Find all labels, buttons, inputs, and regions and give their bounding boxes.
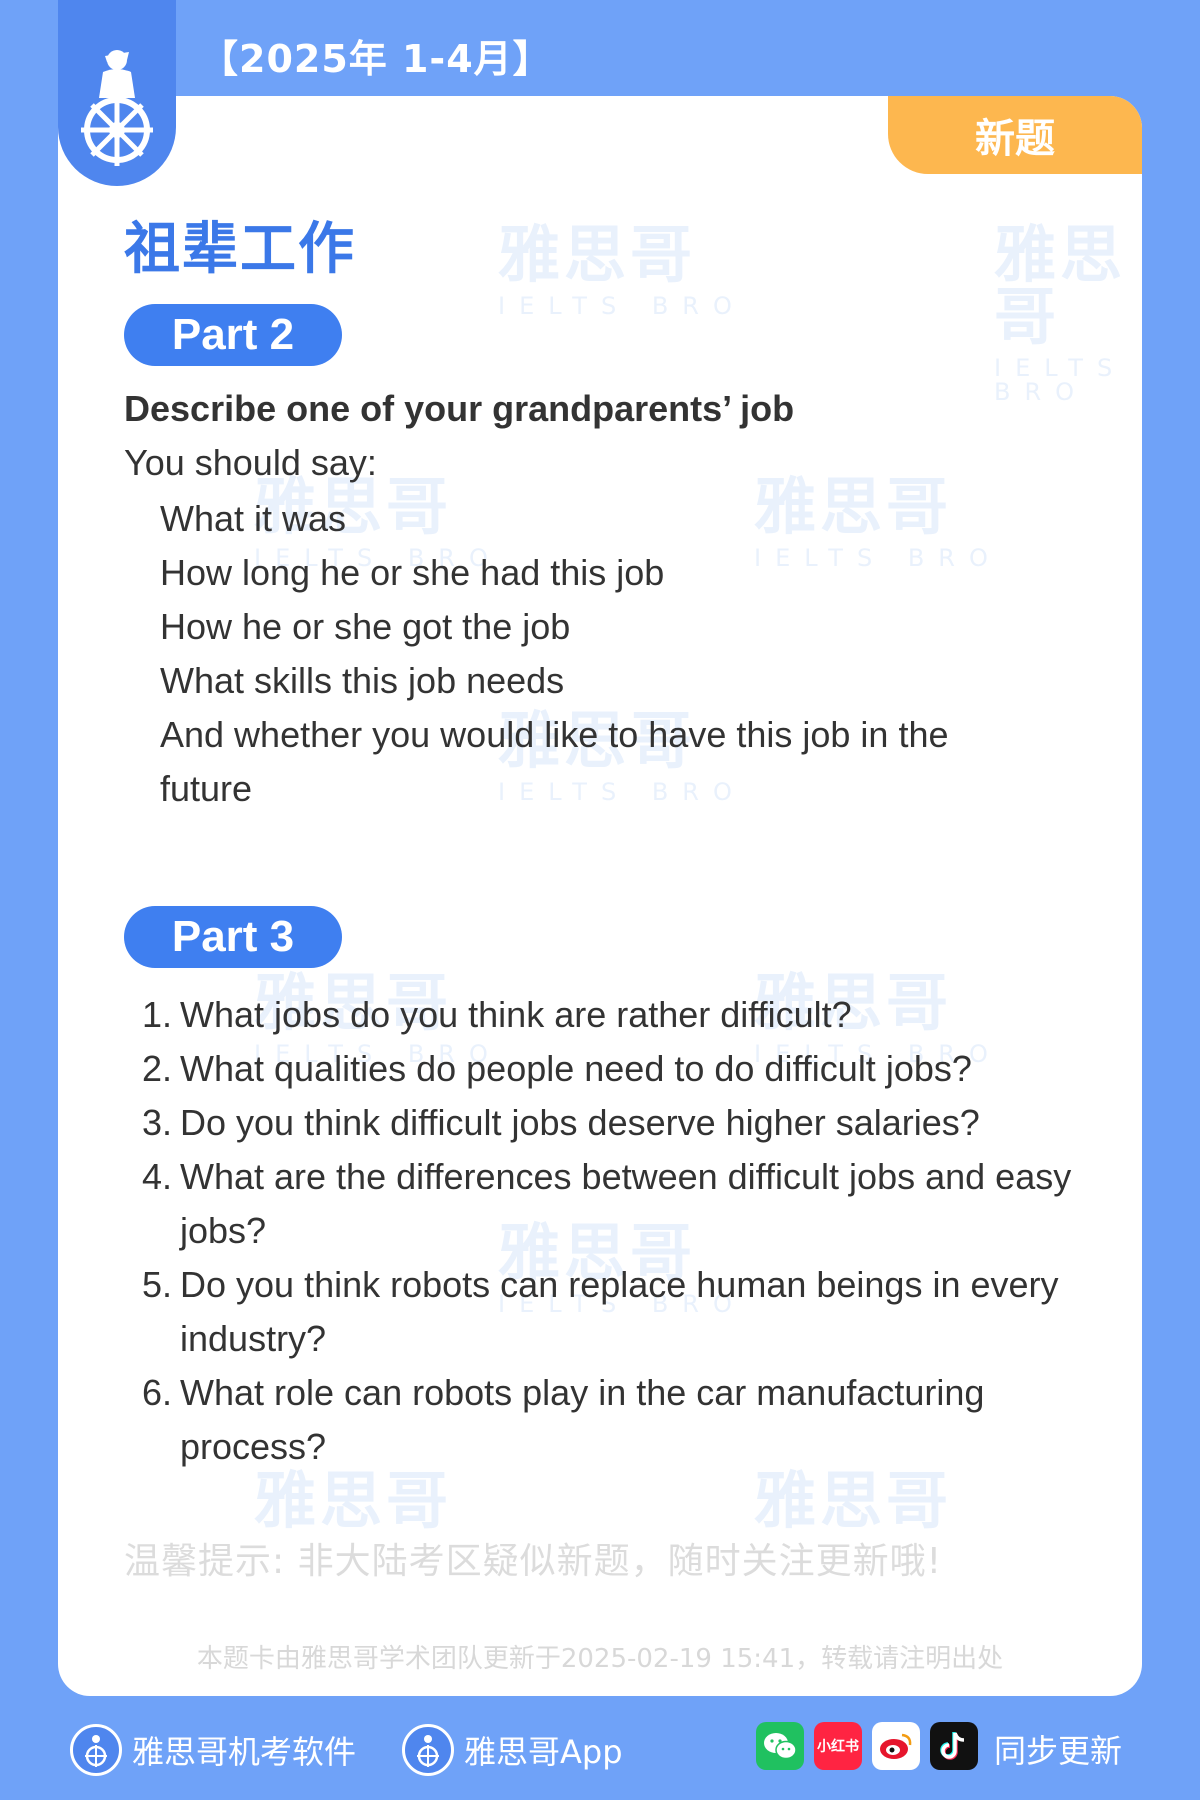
question-text: What jobs do you think are rather diffic… — [180, 994, 852, 1035]
footer-app-label: 雅思哥App — [464, 1733, 623, 1771]
list-item: 4. What are the differences between diffi… — [124, 1150, 1124, 1258]
social-icons: 小红书 — [756, 1722, 978, 1770]
list-item: 5. Do you think robots can replace human … — [124, 1258, 1124, 1366]
date-range-label: 【2025年 1-4月】 — [200, 37, 552, 81]
list-item: And whether you would like to have this … — [160, 714, 949, 809]
xiaohongshu-icon[interactable]: 小红书 — [814, 1722, 862, 1770]
list-item: What skills this job needs — [160, 660, 565, 701]
credit-text: 本题卡由雅思哥学术团队更新于2025-02-19 15:41，转载请注明出处 — [196, 1644, 1004, 1674]
footer-software-label: 雅思哥机考软件 — [132, 1733, 357, 1771]
watermark-brand: 雅思哥 — [994, 218, 1127, 353]
watermark-brand: 雅思哥 — [254, 1464, 453, 1537]
list-item: 1. What jobs do you think are rather diff… — [124, 988, 1124, 1042]
question-number: 6. — [141, 1372, 172, 1413]
part2-lead-text: You should say: — [124, 442, 377, 483]
list-item: 2. What qualities do people need to do di… — [124, 1042, 1124, 1096]
brand-logo-icon — [70, 1724, 122, 1776]
new-question-badge: 新题 — [888, 96, 1142, 174]
watermark: 雅思哥 IELTS BRO — [498, 224, 746, 320]
topic-title: 祖辈工作 — [124, 217, 356, 282]
question-text: Do you think difficult jobs deserve high… — [180, 1102, 980, 1143]
question-text: What qualities do people need to do diff… — [180, 1048, 972, 1089]
sync-update-label: 同步更新 — [994, 1732, 1123, 1770]
question-text: What role can robots play in the car man… — [180, 1372, 985, 1467]
weibo-icon[interactable] — [872, 1722, 920, 1770]
brand-logo — [58, 0, 176, 186]
part2-cue-card-title: Describe one of your grandparents’ job — [124, 388, 795, 429]
watermark-brand: 雅思哥 — [498, 218, 697, 291]
question-number: 5. — [141, 1264, 172, 1305]
watermark-sub: IELTS BRO — [498, 292, 746, 320]
question-number: 1. — [141, 994, 172, 1035]
list-item: 6. What role can robots play in the car m… — [124, 1366, 1124, 1474]
wechat-icon[interactable] — [756, 1722, 804, 1770]
question-text: Do you think robots can replace human be… — [180, 1264, 1059, 1359]
footer-software-link[interactable]: 雅思哥机考软件 — [70, 1724, 356, 1776]
watermark: 雅思哥 — [754, 1470, 952, 1532]
part3-questions-list: 1. What jobs do you think are rather diff… — [124, 988, 1124, 1474]
part2-points-list: What it was How long he or she had this … — [160, 492, 1040, 816]
watermark: 雅思哥 IELTS BRO — [994, 224, 1142, 406]
list-item: What it was — [160, 498, 347, 539]
part3-label: Part 3 — [124, 906, 342, 968]
footer-app-link[interactable]: 雅思哥App — [402, 1724, 623, 1776]
part2-label: Part 2 — [124, 304, 342, 366]
question-number: 3. — [141, 1102, 172, 1143]
question-number: 4. — [141, 1156, 172, 1197]
watermark-brand: 雅思哥 — [754, 1464, 953, 1537]
question-text: What are the differences between difficu… — [180, 1156, 1072, 1251]
watermark-sub: IELTS BRO — [994, 354, 1127, 406]
question-number: 2. — [141, 1048, 172, 1089]
list-item: 3. Do you think difficult jobs deserve hi… — [124, 1096, 1124, 1150]
watermark: 雅思哥 — [254, 1470, 452, 1532]
list-item: How he or she got the job — [160, 606, 571, 647]
tip-text: 温馨提示: 非大陆考区疑似新题，随时关注更新哦! — [124, 1541, 943, 1582]
ship-wheel-icon — [81, 50, 153, 166]
douyin-icon[interactable] — [930, 1722, 978, 1770]
brand-logo-icon — [402, 1724, 454, 1776]
list-item: How long he or she had this job — [160, 552, 665, 593]
topic-card: 雅思哥 IELTS BRO 雅思哥 IELTS BRO 雅思哥 IELTS BRO 雅… — [58, 96, 1142, 1696]
